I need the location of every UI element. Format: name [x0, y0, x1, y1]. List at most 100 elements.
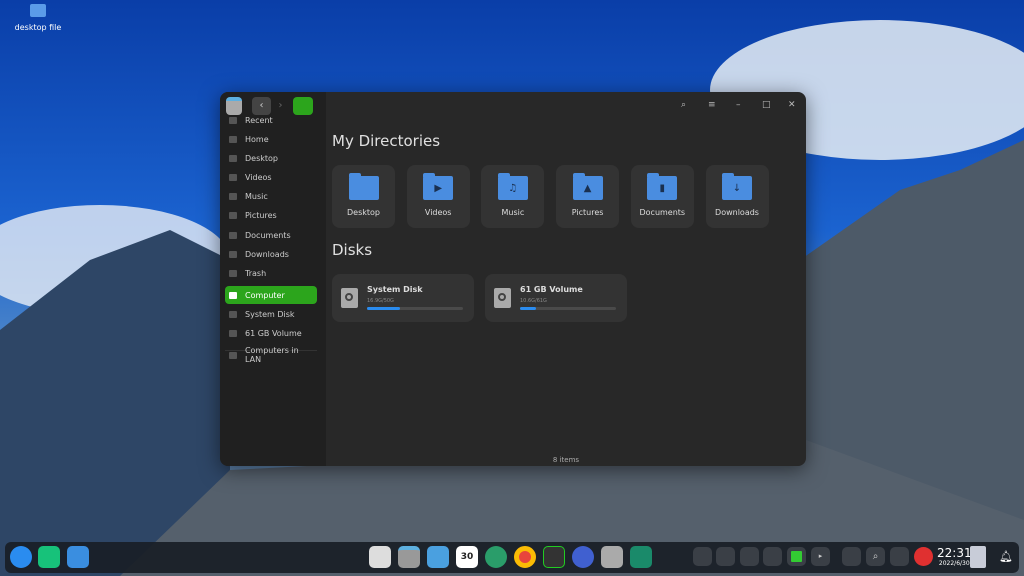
file-icon — [30, 4, 46, 17]
maximize-button[interactable]: □ — [762, 100, 771, 110]
sidebar-item-home[interactable]: Home — [225, 130, 317, 148]
sidebar-icon — [229, 291, 237, 299]
sidebar-item-system-disk[interactable]: System Disk — [225, 305, 317, 323]
sidebar-item-downloads[interactable]: Downloads — [225, 245, 317, 263]
desktop-icon — [348, 173, 379, 200]
sidebar-icon — [229, 351, 237, 359]
disk-usage: 10.6G/61G — [520, 298, 547, 304]
download-icon: ↓ — [722, 173, 752, 200]
sidebar-item-label: Documents — [245, 230, 291, 240]
sidebar-icon — [229, 154, 237, 162]
sidebar-item-label: Computer — [245, 290, 285, 300]
directory-downloads[interactable]: ↓ Downloads — [705, 165, 769, 228]
sidebar-icon — [229, 329, 237, 337]
calendar-icon[interactable]: 30 — [456, 546, 478, 568]
sidebar-item-label: Home — [245, 134, 269, 144]
search-button[interactable]: ⌕ — [866, 547, 885, 566]
directory-videos[interactable]: ▶ Videos — [406, 165, 470, 228]
sidebar-item-desktop[interactable]: Desktop — [225, 149, 317, 167]
disk-name: System Disk — [367, 285, 423, 294]
video-icon: ▶ — [423, 173, 454, 200]
disk-usage-fill — [520, 307, 537, 310]
disk-usage: 16.9G/50G — [367, 298, 394, 304]
sidebar-icon — [229, 269, 237, 277]
disk-card[interactable]: System Disk 16.9G/50G — [332, 274, 474, 322]
disk-name: 61 GB Volume — [520, 285, 583, 294]
sidebar-icon — [229, 211, 237, 219]
main-content: ⌕ ≡ – □ ✕ My Directories Desktop ▶ Videos ♫… — [326, 92, 806, 466]
wifi-tray-icon[interactable] — [740, 547, 759, 566]
display-button[interactable] — [890, 547, 909, 566]
sidebar-item-computers-in-lan[interactable]: Computers in LAN — [225, 346, 317, 364]
sidebar-icon — [229, 116, 237, 124]
sidebar-item-videos[interactable]: Videos — [225, 168, 317, 186]
music-icon: ♫ — [497, 173, 528, 200]
workspace-button[interactable] — [67, 546, 89, 568]
sidebar-item-recent[interactable]: Recent — [225, 111, 317, 129]
sidebar-item-label: 61 GB Volume — [245, 328, 302, 338]
directory-label: Documents — [639, 208, 686, 217]
desktop-file-label: desktop file — [14, 23, 62, 32]
sidebar-item-trash[interactable]: Trash — [225, 264, 317, 282]
sidebar-item-computer[interactable]: Computer — [225, 286, 317, 304]
picture-icon: ▲ — [572, 173, 603, 200]
disk-usage-bar — [520, 307, 616, 310]
file-manager-icon[interactable] — [398, 546, 420, 568]
sidebar-item-label: Videos — [245, 172, 272, 182]
image-viewer-icon[interactable] — [427, 546, 449, 568]
menu-button[interactable]: ≡ — [708, 100, 716, 110]
sidebar-item-label: Music — [245, 191, 268, 201]
status-bar: 8 items — [552, 456, 580, 464]
system-monitor-icon[interactable] — [543, 546, 565, 568]
taskbar: 30 ▸ ⌕ 22:31 2022/6/30 🔔︎ — [5, 542, 1019, 573]
settings-icon[interactable] — [485, 546, 507, 568]
chrome-icon[interactable] — [514, 546, 536, 568]
sidebar-item-music[interactable]: Music — [225, 187, 317, 205]
multitask-view-button[interactable] — [38, 546, 60, 568]
directory-desktop[interactable]: Desktop — [332, 165, 395, 228]
directory-label: Music — [501, 208, 525, 217]
tools-icon[interactable] — [630, 546, 652, 568]
directory-documents[interactable]: ▮ Documents — [630, 165, 694, 228]
disk-card[interactable]: 61 GB Volume 10.6G/61G — [485, 274, 627, 322]
sidebar-item-label: System Disk — [245, 309, 295, 319]
directory-pictures[interactable]: ▲ Pictures — [556, 165, 620, 228]
document-icon: ▮ — [647, 173, 678, 200]
keyboard-tray-icon[interactable] — [693, 547, 712, 566]
close-button[interactable]: ✕ — [788, 100, 796, 110]
file-manager-window: ‹ › Recent Home Desktop Videos Music Pictures… — [220, 92, 806, 466]
minimize-button[interactable]: – — [736, 100, 741, 110]
disk-usage-bar — [367, 307, 463, 310]
bluetooth-tray-icon[interactable] — [763, 547, 782, 566]
expand-tray-button[interactable]: ▸ — [811, 547, 830, 566]
date: 2022/6/30 — [938, 560, 970, 567]
directories-heading: My Directories — [332, 132, 441, 150]
sidebar-icon — [229, 250, 237, 258]
volume-tray-icon[interactable] — [716, 547, 735, 566]
sidebar-icon — [229, 173, 237, 181]
launcher-button[interactable] — [10, 546, 32, 568]
hard-disk-icon — [341, 288, 358, 308]
screenshot-button[interactable] — [842, 547, 861, 566]
disk-usage-fill — [367, 307, 400, 310]
sidebar-item-label: Recent — [245, 115, 273, 125]
sidebar-icon — [229, 192, 237, 200]
sidebar-icon — [229, 310, 237, 318]
directory-label: Pictures — [571, 208, 604, 217]
app-store-icon[interactable] — [369, 546, 391, 568]
sidebar-item-label: Pictures — [245, 210, 277, 220]
sidebar-item-61-gb-volume[interactable]: 61 GB Volume — [225, 324, 317, 342]
browser-icon[interactable] — [572, 546, 594, 568]
sidebar-icon — [229, 231, 237, 239]
desktop-file-icon[interactable]: desktop file — [10, 4, 66, 32]
search-button[interactable]: ⌕ — [681, 100, 686, 110]
power-button[interactable] — [914, 547, 933, 566]
battery-tray-icon[interactable] — [787, 547, 806, 566]
clock[interactable]: 22:31 2022/6/30 — [937, 546, 972, 567]
sidebar-item-documents[interactable]: Documents — [225, 226, 317, 244]
sidebar-item-pictures[interactable]: Pictures — [225, 206, 317, 224]
notification-bell-icon[interactable]: 🔔︎ — [995, 546, 1017, 568]
directory-music[interactable]: ♫ Music — [481, 165, 545, 228]
trash-icon[interactable] — [970, 546, 986, 568]
calculator-icon[interactable] — [601, 546, 623, 568]
